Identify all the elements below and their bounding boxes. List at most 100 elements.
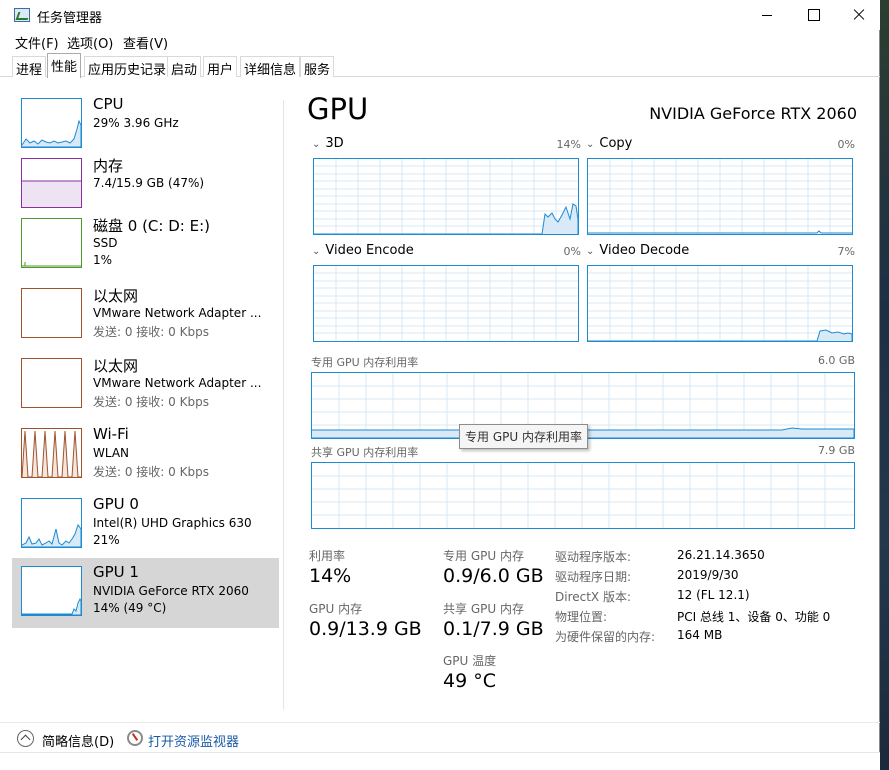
chevron-down-icon: ⌄ [312, 139, 321, 150]
sidebar-item-ethernet-1[interactable]: 以太网 VMware Network Adapter ... 发送: 0 接收:… [12, 280, 279, 350]
sidebar-item-detail: VMware Network Adapter ... [93, 306, 262, 320]
engine-label: Video Decode [599, 243, 690, 258]
title-bar[interactable]: 任务管理器 [0, 0, 880, 30]
sidebar-item-throughput: 发送: 0 接收: 0 Kbps [93, 325, 209, 339]
footer: 简略信息(D) 打开资源监视器 [0, 722, 880, 752]
shared-gpu-memory-value: 0.1/7.9 GB [443, 618, 544, 640]
menu-view[interactable]: 查看(V) [123, 33, 168, 52]
shared-memory-graph [311, 462, 855, 529]
sidebar-item-title: 磁盘 0 (C: D: E:) [93, 217, 210, 235]
sidebar-divider [283, 100, 284, 710]
tab-app-history[interactable]: 应用历史记录 [84, 56, 171, 78]
engine-copy-graph [587, 158, 853, 235]
engine-percent: 0% [837, 138, 855, 151]
sidebar-item-detail: WLAN [93, 446, 130, 460]
chevron-down-icon: ⌄ [586, 246, 595, 257]
driver-date: 2019/9/30 [677, 568, 739, 582]
sidebar-item-title: GPU 1 [93, 563, 139, 581]
menu-options[interactable]: 选项(O) [67, 33, 113, 52]
sidebar-item-usage: 21% [93, 533, 120, 547]
sidebar-item-wifi[interactable]: Wi-Fi WLAN 发送: 0 接收: 0 Kbps [12, 420, 279, 490]
utilization-label: 利用率 [309, 549, 346, 563]
sidebar-item-ethernet-2[interactable]: 以太网 VMware Network Adapter ... 发送: 0 接收:… [12, 350, 279, 420]
engine-3d-selector[interactable]: ⌄ 3D [312, 136, 344, 151]
info-key: 物理位置: [555, 610, 608, 624]
info-key: 驱动程序版本: [555, 550, 632, 564]
fewer-details-button[interactable]: 简略信息(D) [42, 731, 114, 750]
shared-gpu-memory-label: 共享 GPU 内存 [443, 602, 524, 616]
sidebar-item-usage: 14% (49 °C) [93, 601, 167, 615]
sidebar-item-detail: SSD [93, 236, 118, 250]
dedicated-memory-label: 专用 GPU 内存利用率 [311, 356, 419, 369]
sidebar-item-detail: 7.4/15.9 GB (47%) [93, 176, 205, 190]
engine-percent: 7% [837, 245, 855, 258]
chevron-down-icon: ⌄ [312, 246, 321, 257]
engine-label: 3D [325, 136, 344, 151]
engine-video-decode-graph [587, 265, 853, 342]
sidebar-item-gpu0[interactable]: GPU 0 Intel(R) UHD Graphics 630 21% [12, 490, 279, 560]
sidebar-item-disk[interactable]: 磁盘 0 (C: D: E:) SSD 1% [12, 210, 279, 280]
engine-video-encode-selector[interactable]: ⌄ Video Encode [312, 243, 414, 258]
window-title: 任务管理器 [37, 11, 103, 26]
minimize-button[interactable] [744, 0, 790, 30]
tab-services[interactable]: 服务 [300, 56, 335, 78]
gpu-memory-label: GPU 内存 [309, 602, 363, 616]
wifi-graph-icon [21, 428, 82, 478]
shared-memory-max: 7.9 GB [817, 444, 855, 457]
driver-version: 26.21.14.3650 [677, 548, 765, 562]
sidebar-item-gpu1[interactable]: GPU 1 NVIDIA GeForce RTX 2060 14% (49 °C… [12, 558, 279, 628]
engine-label: Copy [599, 136, 633, 151]
sidebar-item-detail: NVIDIA GeForce RTX 2060 [93, 584, 249, 598]
engine-copy-selector[interactable]: ⌄ Copy [586, 136, 632, 151]
sidebar-item-title: GPU 0 [93, 495, 139, 513]
shared-memory-label: 共享 GPU 内存利用率 [311, 446, 419, 459]
close-button[interactable] [836, 0, 882, 30]
engine-percent: 0% [563, 245, 581, 258]
sidebar-item-title: 以太网 [93, 287, 139, 305]
ethernet-graph-icon [21, 358, 82, 408]
menu-file[interactable]: 文件(F) [15, 33, 59, 52]
info-key: 驱动程序日期: [555, 570, 632, 584]
sidebar-item-title: 以太网 [93, 357, 139, 375]
info-key: 为硬件保留的内存: [555, 630, 656, 644]
chevron-up-circle-icon[interactable] [17, 730, 34, 747]
dedicated-gpu-memory-label: 专用 GPU 内存 [443, 549, 524, 563]
sidebar-item-detail: Intel(R) UHD Graphics 630 [93, 516, 252, 530]
tab-users[interactable]: 用户 [203, 56, 238, 78]
engine-percent: 14% [556, 138, 581, 151]
gpu-model-name: NVIDIA GeForce RTX 2060 [649, 104, 857, 123]
sidebar-item-title: 内存 [93, 157, 124, 175]
menu-bar: 文件(F) 选项(O) 查看(V) [0, 30, 880, 52]
task-manager-window: 任务管理器 文件(F) 选项(O) 查看(V) 进程 性能 应用历史记录 启动 … [0, 0, 880, 770]
sidebar-item-title: CPU [93, 95, 124, 113]
resource-monitor-icon[interactable] [127, 730, 143, 746]
dedicated-memory-max: 6.0 GB [817, 354, 855, 367]
gpu1-graph-icon [21, 566, 82, 616]
open-resource-monitor-link[interactable]: 打开资源监视器 [148, 731, 239, 750]
engine-video-decode-selector[interactable]: ⌄ Video Decode [586, 243, 689, 258]
chevron-down-icon: ⌄ [586, 139, 595, 150]
info-key: DirectX 版本: [555, 590, 632, 604]
tab-bar: 进程 性能 应用历史记录 启动 用户 详细信息 服务 [0, 52, 880, 78]
sidebar-item-title: Wi-Fi [93, 425, 129, 443]
tab-details[interactable]: 详细信息 [240, 56, 301, 78]
sidebar-item-throughput: 发送: 0 接收: 0 Kbps [93, 465, 209, 479]
sidebar-item-detail: VMware Network Adapter ... [93, 376, 262, 390]
tab-processes[interactable]: 进程 [12, 56, 47, 78]
desktop-background [880, 0, 889, 770]
maximize-button[interactable] [790, 0, 836, 30]
gpu-temperature-label: GPU 温度 [443, 654, 497, 668]
page-title: GPU [307, 92, 369, 126]
task-manager-icon [14, 8, 30, 22]
cpu-graph-icon [21, 98, 82, 148]
sidebar-item-usage: 1% [93, 253, 113, 267]
resource-sidebar: CPU 29% 3.96 GHz 内存 7.4/15.9 GB (47%) 磁盘… [12, 90, 280, 690]
engine-3d-graph [313, 158, 579, 235]
engine-label: Video Encode [325, 243, 414, 258]
tab-startup[interactable]: 启动 [167, 56, 202, 78]
sidebar-item-detail: 29% 3.96 GHz [93, 116, 179, 130]
engine-video-encode-graph [313, 265, 579, 342]
tab-performance[interactable]: 性能 [47, 53, 82, 78]
directx-version: 12 (FL 12.1) [677, 588, 750, 602]
gpu-temperature-value: 49 °C [443, 670, 496, 692]
